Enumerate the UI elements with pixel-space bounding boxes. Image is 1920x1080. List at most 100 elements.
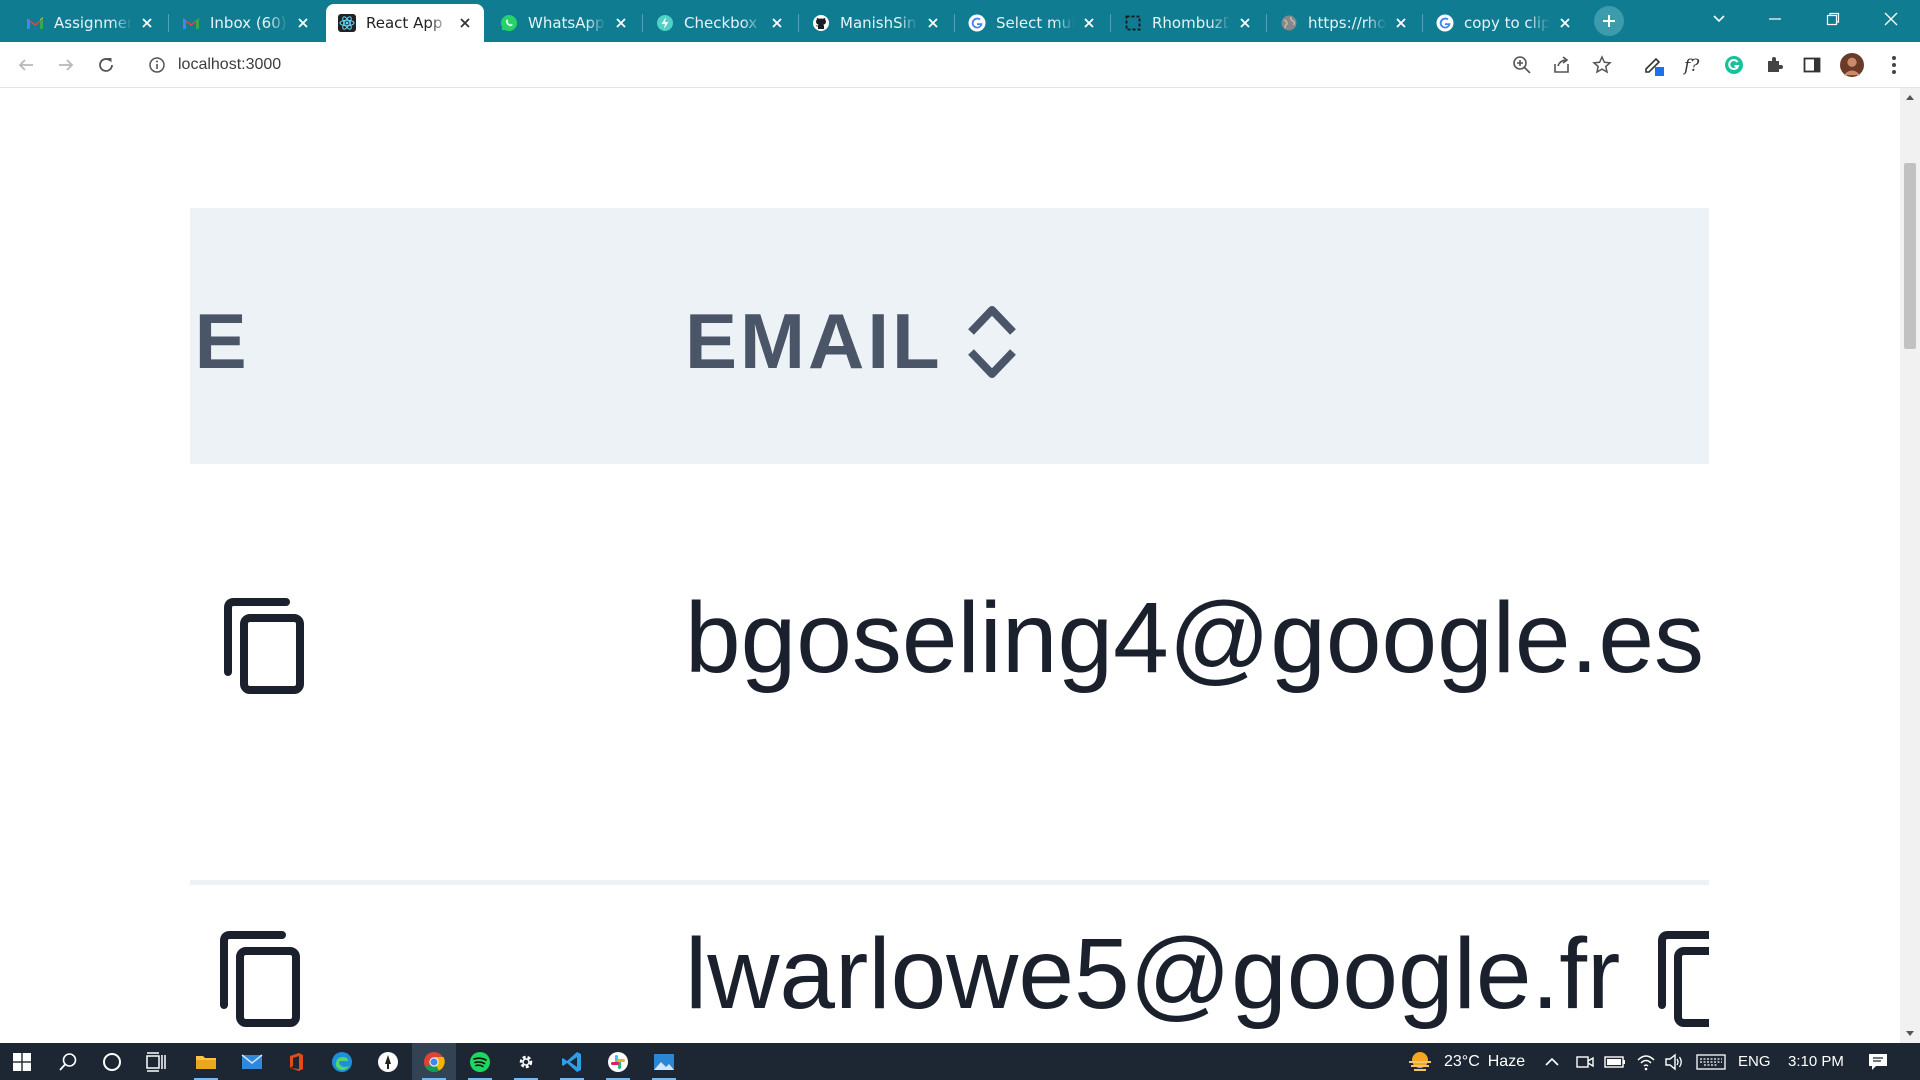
column-header-name[interactable]: IE [190, 302, 250, 380]
gear-icon [519, 1055, 533, 1068]
language-indicator[interactable]: ENG [1738, 1043, 1771, 1080]
search-icon [59, 1052, 77, 1071]
copy-icon[interactable] [1656, 931, 1709, 1027]
vertical-scrollbar[interactable] [1900, 88, 1920, 1043]
column-header-email[interactable]: EMAIL [685, 302, 943, 380]
copy-icon[interactable] [222, 598, 306, 694]
tab-search-button[interactable] [1694, 0, 1744, 38]
google-icon [1436, 14, 1454, 32]
tab-checkbox[interactable]: Checkbox - [644, 4, 796, 42]
arrow-right-icon [59, 59, 74, 71]
volume-button[interactable] [1664, 1043, 1684, 1080]
new-tab-button[interactable] [1594, 6, 1624, 36]
tab-strip: Assignment Inbox (60) - React App WhatsA… [0, 0, 1920, 42]
start-button[interactable] [0, 1043, 44, 1080]
minimize-button[interactable] [1750, 0, 1800, 38]
clock[interactable]: 3:10 PM [1788, 1043, 1844, 1080]
close-icon[interactable] [768, 14, 786, 32]
puzzle-icon [1768, 57, 1783, 72]
forward-button[interactable] [54, 53, 78, 77]
chrome-app[interactable] [412, 1043, 456, 1080]
weather-widget[interactable]: 23°C Haze [1406, 1043, 1525, 1080]
close-icon[interactable] [138, 14, 156, 32]
sort-icon[interactable] [966, 302, 1018, 382]
copy-icon[interactable] [218, 931, 302, 1027]
network-button[interactable] [1636, 1043, 1656, 1080]
camera-icon [1576, 1055, 1594, 1068]
weather-temp: 23°C [1444, 1052, 1480, 1070]
star-icon [1592, 55, 1612, 74]
react-icon [338, 14, 356, 32]
close-icon[interactable] [1556, 14, 1574, 32]
extension-formula-button[interactable]: f? [1682, 53, 1706, 77]
speaker-icon [1665, 1053, 1682, 1070]
close-icon[interactable] [294, 14, 312, 32]
cortana-button[interactable] [90, 1043, 134, 1080]
close-icon[interactable] [612, 14, 630, 32]
tab-assignment[interactable]: Assignment [14, 4, 166, 42]
cortana-icon [103, 1052, 121, 1071]
task-view-button[interactable] [134, 1043, 178, 1080]
bookmark-button[interactable] [1590, 53, 1614, 77]
office-app[interactable] [274, 1043, 318, 1080]
tab-react-app[interactable]: React App [326, 4, 484, 42]
battery-button[interactable] [1604, 1043, 1626, 1080]
tab-select-multi[interactable]: Select multi [956, 4, 1108, 42]
vscode-app[interactable] [550, 1043, 594, 1080]
address-bar[interactable]: localhost:3000 [138, 46, 1518, 84]
pen-app[interactable] [366, 1043, 410, 1080]
kebab-menu-icon [1892, 56, 1896, 74]
extension-pen-button[interactable] [1642, 53, 1666, 77]
mail-app[interactable] [230, 1043, 274, 1080]
info-icon[interactable] [148, 56, 166, 74]
share-button[interactable] [1550, 53, 1574, 77]
menu-button[interactable] [1882, 53, 1906, 77]
tab-github[interactable]: ManishSing [800, 4, 952, 42]
close-icon[interactable] [1236, 14, 1254, 32]
show-hidden-icons-button[interactable] [1544, 1043, 1560, 1080]
close-icon[interactable] [456, 14, 474, 32]
settings-app[interactable] [504, 1043, 548, 1080]
tab-title: Inbox (60) - [210, 14, 288, 32]
edge-app[interactable] [320, 1043, 364, 1080]
tab-inbox[interactable]: Inbox (60) - [170, 4, 322, 42]
zoom-button[interactable] [1510, 53, 1534, 77]
extensions-button[interactable] [1762, 53, 1786, 77]
restore-icon [1826, 12, 1840, 26]
profile-avatar[interactable] [1840, 53, 1864, 77]
chevron-up-icon [1545, 1057, 1559, 1066]
meet-now-button[interactable] [1576, 1043, 1594, 1080]
back-button[interactable] [14, 53, 38, 77]
close-window-button[interactable] [1866, 0, 1916, 38]
photos-app[interactable] [642, 1043, 686, 1080]
scroll-down-icon[interactable] [1905, 1030, 1915, 1038]
page-viewport: IE EMAIL bgoseling4@google.es lwarlowe5@… [0, 88, 1900, 1043]
tab-https-rho[interactable]: https://rho [1268, 4, 1420, 42]
tab-title: Select multi [996, 14, 1074, 32]
haze-icon [1409, 1051, 1431, 1071]
file-explorer-app[interactable] [184, 1043, 228, 1080]
chakra-icon [656, 14, 674, 32]
slack-app[interactable] [596, 1043, 640, 1080]
scroll-up-icon[interactable] [1905, 93, 1915, 101]
slack-icon [608, 1051, 628, 1072]
scroll-thumb[interactable] [1904, 163, 1916, 349]
notifications-button[interactable] [1868, 1043, 1888, 1080]
close-icon[interactable] [1392, 14, 1410, 32]
search-button[interactable] [46, 1043, 90, 1080]
close-icon[interactable] [1080, 14, 1098, 32]
tab-copy-to-clip[interactable]: copy to clip [1424, 4, 1584, 42]
windows-taskbar: 23°C Haze ENG 3:10 PM [0, 1043, 1920, 1080]
close-icon[interactable] [924, 14, 942, 32]
restore-button[interactable] [1808, 0, 1858, 38]
side-panel-button[interactable] [1800, 53, 1824, 77]
grammarly-button[interactable] [1722, 53, 1746, 77]
photos-icon [654, 1053, 674, 1070]
spotify-app[interactable] [458, 1043, 502, 1080]
tab-rhombuzd[interactable]: RhombuzD [1112, 4, 1264, 42]
gmail-icon [182, 14, 200, 32]
tab-whatsapp[interactable]: WhatsApp [488, 4, 640, 42]
reload-button[interactable] [94, 53, 118, 77]
url-text: localhost:3000 [178, 56, 282, 73]
touch-keyboard-button[interactable] [1696, 1043, 1726, 1080]
